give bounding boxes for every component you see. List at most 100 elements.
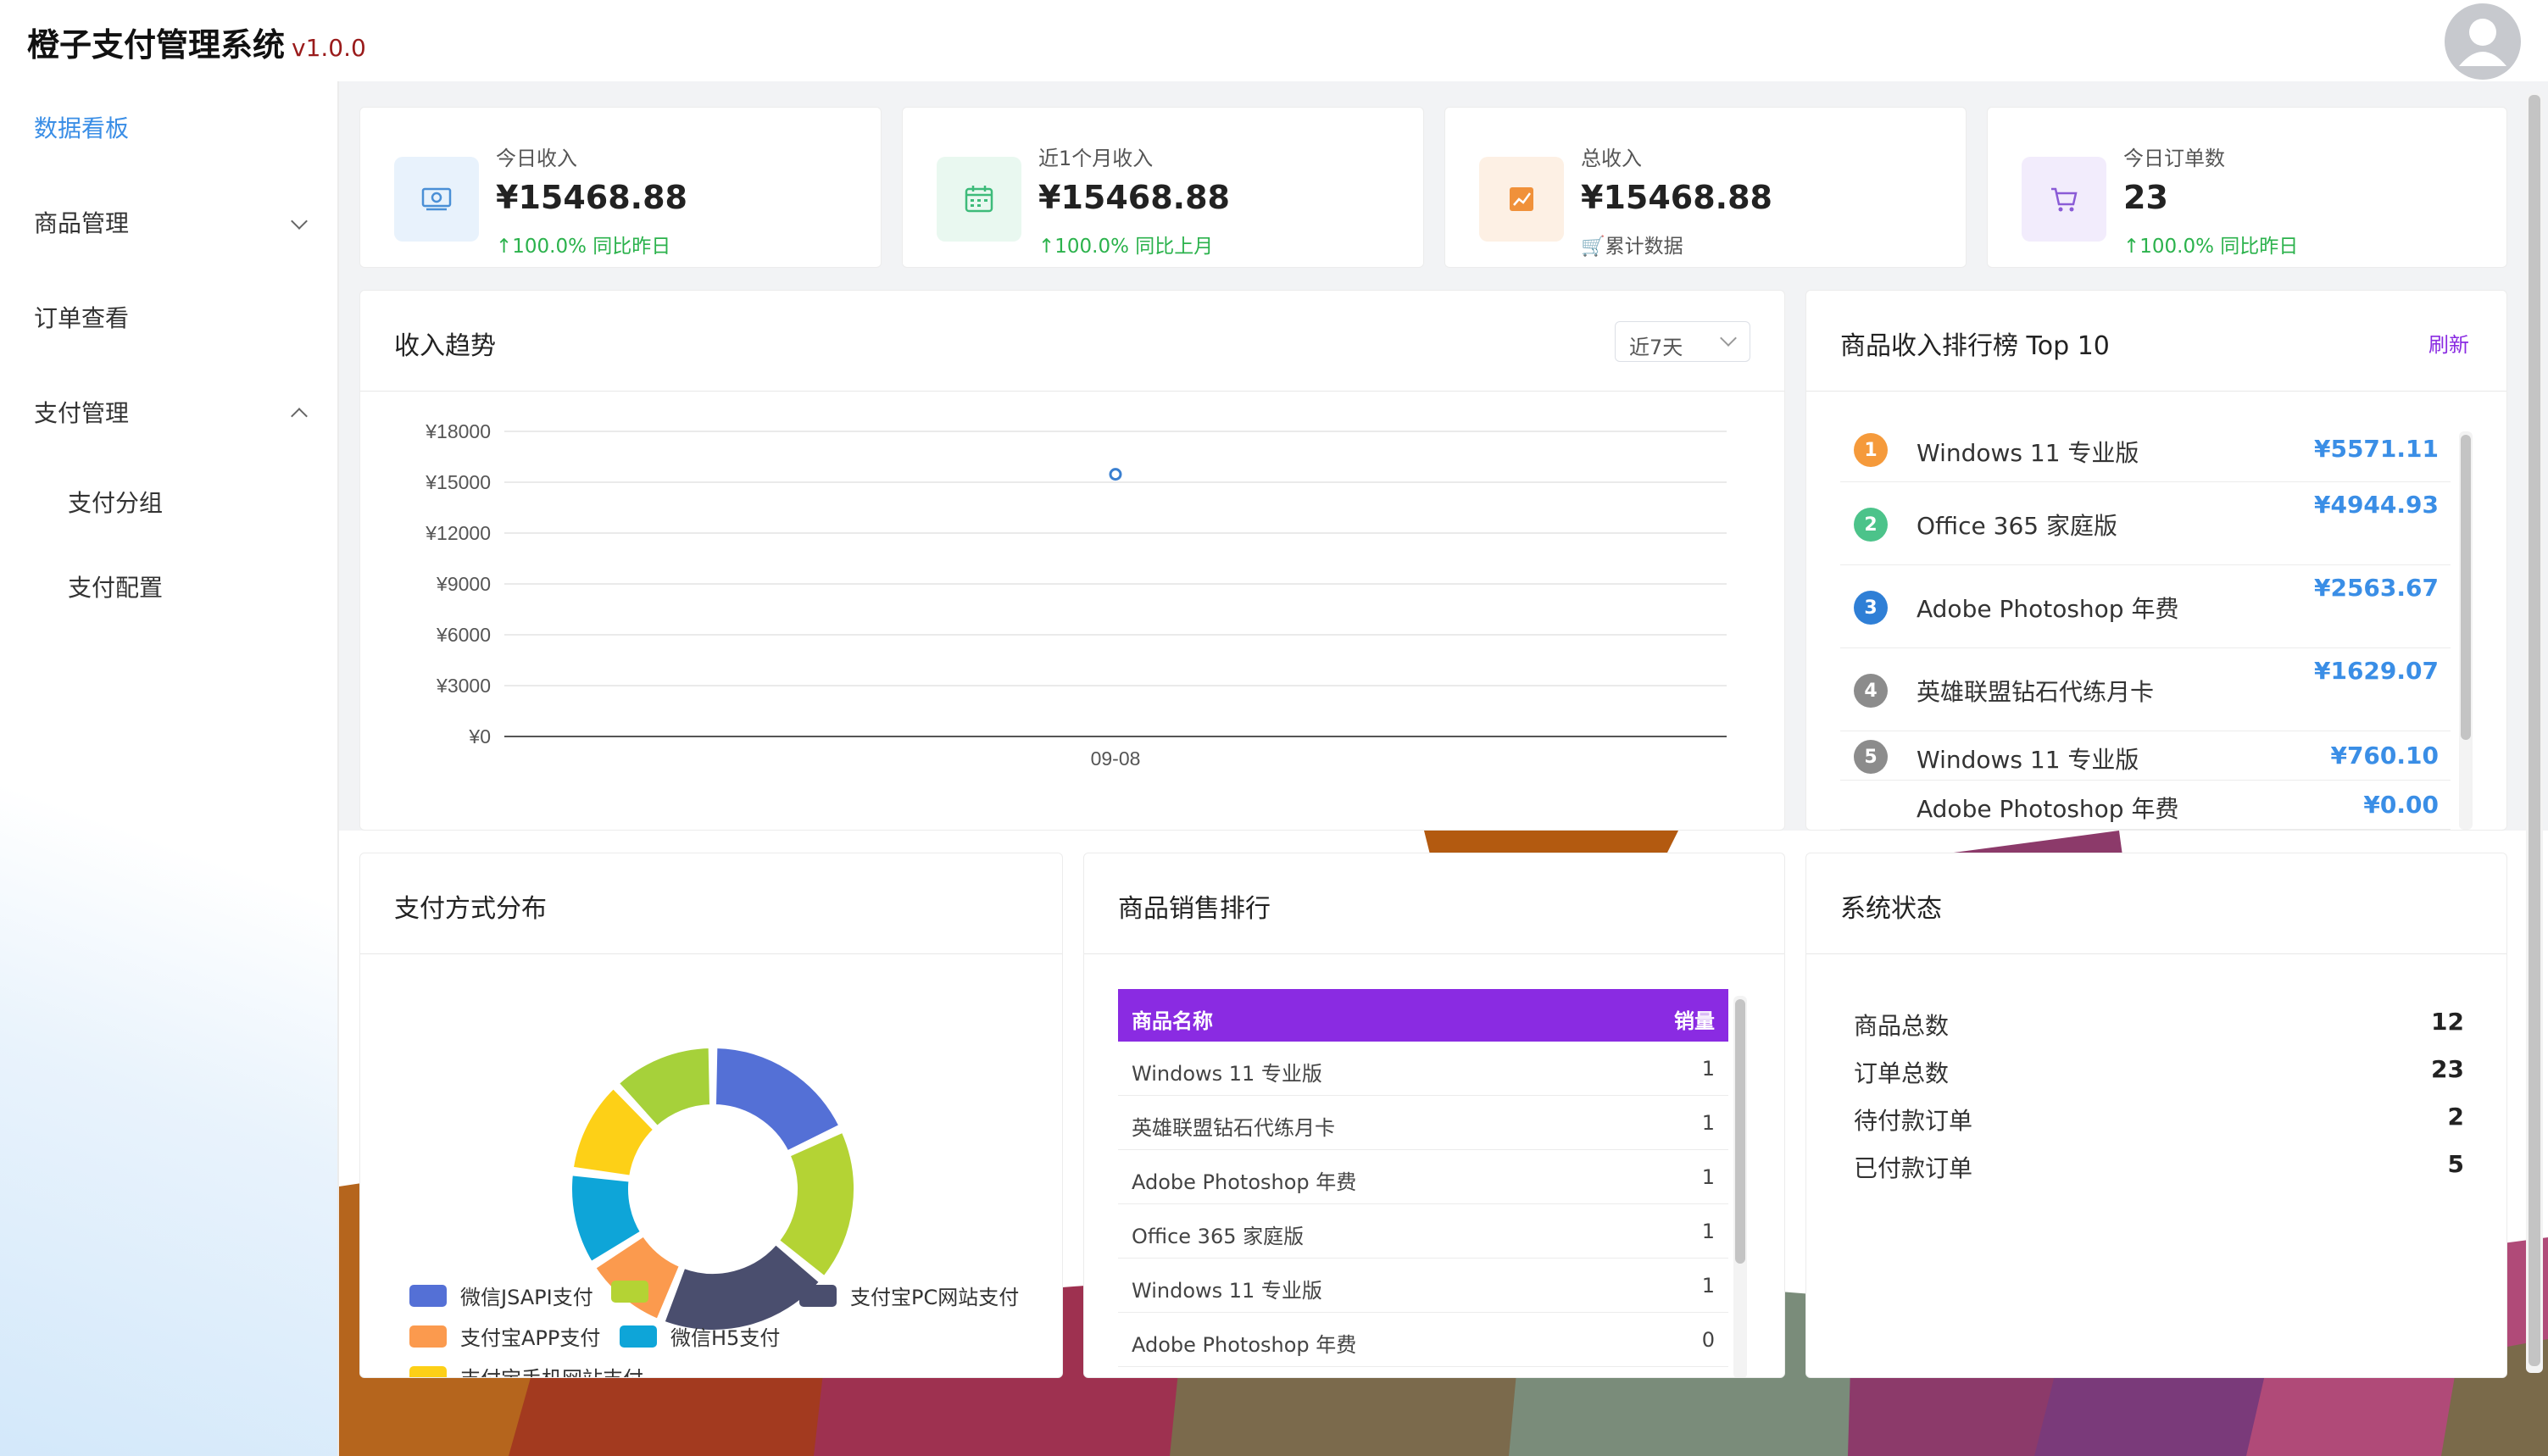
system-status-card: 系统状态 商品总数 12 订单总数 23 待付款订单 2 已付款订单 5 [1805,853,2507,1378]
legend-label: 微信H5支付 [670,1326,781,1350]
y-tick-label: ¥9000 [436,573,491,595]
card-title: 系统状态 [1840,894,1942,924]
sidebar-item-label: 商品管理 [34,209,130,237]
rank-value: ¥1629.07 [2313,657,2439,685]
table-cell-name: Adobe Photoshop 年费 [1132,1333,1357,1357]
status-row: 商品总数 12 [1854,1008,2464,1042]
sidebar-item-dashboard[interactable]: 数据看板 [34,110,305,144]
range-select-value: 近7天 [1629,336,1683,359]
ranking-row[interactable]: 5 Windows 11 专业版 ¥760.10 [1840,731,2451,781]
sidebar-item-orders[interactable]: 订单查看 [34,300,305,334]
divider [1806,953,2506,954]
payment-distribution-card: 支付方式分布 微信JSAPI支付 支付宝PC网站支付 支付宝APP支付 微信H5… [359,853,1063,1378]
cart-icon [2022,157,2106,242]
y-tick-label: ¥18000 [425,420,491,442]
sidebar-item-label: 支付分组 [68,489,164,517]
legend-label: 微信JSAPI支付 [460,1286,593,1309]
legend-swatch [409,1325,447,1348]
rank-value: ¥760.10 [2330,742,2439,770]
card-title: 收入趋势 [394,331,496,361]
range-select[interactable]: 近7天 [1615,321,1750,362]
card-title: 支付方式分布 [394,894,547,924]
divider [1084,953,1784,954]
y-tick-label: ¥3000 [436,675,491,697]
table-row[interactable]: Adobe Photoshop 年费 1 [1118,1150,1728,1204]
table-row[interactable]: Office 365 家庭版 1 [1118,1204,1728,1259]
column-header-name[interactable]: 商品名称 [1132,1004,1213,1034]
legend-item[interactable]: 微信JSAPI支付 [409,1281,593,1310]
legend-item[interactable] [611,1281,662,1303]
ranking-row[interactable]: 2 Office 365 家庭版 ¥4944.93 [1840,482,2451,565]
status-value: 23 [2431,1055,2464,1083]
sales-scrollbar[interactable] [1733,996,1747,1377]
scrollbar-thumb[interactable] [2529,95,2540,1366]
divider [360,953,1062,954]
status-value: 2 [2447,1103,2464,1131]
rank-product-name: Adobe Photoshop 年费 [1917,595,2179,623]
status-row: 已付款订单 5 [1854,1150,2464,1184]
revenue-trend-card: 收入趋势 近7天 ¥0 ¥3000 ¥6000 ¥9000 ¥12000 ¥15000 ¥1… [359,290,1785,831]
rank-badge: 5 [1854,740,1888,774]
card-title: 商品收入排行榜 Top 10 [1840,331,2110,361]
sidebar-item-products[interactable]: 商品管理 [34,205,308,239]
refresh-link[interactable]: 刷新 [2428,328,2469,358]
stat-label: 今日订单数 [2123,147,2225,170]
table-cell-name: Windows 11 专业版 [1132,1279,1322,1303]
table-cell-qty: 1 [1701,1165,1715,1189]
rank-value: ¥2563.67 [2313,574,2439,602]
stat-value: ¥15468.88 [1038,179,1230,216]
table-row[interactable]: Adobe Photoshop 年费 0 [1118,1313,1728,1367]
legend-item[interactable]: 支付宝APP支付 [409,1321,600,1351]
table-row[interactable]: 英雄联盟钻石代练月卡 1 [1118,1096,1728,1150]
sidebar: 数据看板 商品管理 订单查看 支付管理 支付分组 支付配置 [0,81,339,1456]
rank-value: ¥4944.93 [2313,491,2439,519]
scrollbar-thumb[interactable] [2461,435,2471,740]
page-scrollbar[interactable] [2526,93,2543,1373]
legend-item[interactable]: 支付宝手机网站支付 [409,1362,643,1377]
stat-change: ↑100.0% 同比昨日 [2123,236,2299,258]
ranking-scrollbar[interactable] [2459,431,2473,830]
user-avatar-icon[interactable] [2445,3,2521,80]
stat-note: 🛒累计数据 [1581,230,1683,258]
ranking-row[interactable]: 4 英雄联盟钻石代练月卡 ¥1629.07 [1840,648,2451,731]
legend-swatch [409,1284,447,1307]
table-row[interactable]: Windows 11 专业版 1 [1118,1042,1728,1096]
money-icon [394,157,479,242]
status-label: 待付款订单 [1854,1107,1973,1135]
sidebar-item-payment[interactable]: 支付管理 [34,395,308,429]
status-label: 商品总数 [1854,1012,1950,1040]
y-tick-label: ¥6000 [436,624,491,646]
legend-item[interactable]: 微信H5支付 [620,1321,780,1351]
scrollbar-thumb[interactable] [1735,999,1745,1264]
status-label: 订单总数 [1854,1059,1950,1087]
status-row: 待付款订单 2 [1854,1103,2464,1136]
table-cell-name: Adobe Photoshop 年费 [1132,1170,1357,1194]
rank-product-name: Adobe Photoshop 年费 [1917,795,2179,823]
rank-badge: 3 [1854,591,1888,625]
revenue-trend-chart: ¥0 ¥3000 ¥6000 ¥9000 ¥12000 ¥15000 ¥18000 09-08 [425,420,1727,770]
legend-swatch [799,1284,837,1307]
legend-swatch [620,1325,657,1348]
rank-product-name: Office 365 家庭版 [1917,512,2117,540]
ranking-row[interactable]: Adobe Photoshop 年费 ¥0.00 [1840,781,2451,830]
sidebar-item-payment-group[interactable]: 支付分组 [68,485,339,519]
sidebar-item-label: 数据看板 [34,114,130,142]
sidebar-item-payment-config[interactable]: 支付配置 [68,570,339,603]
table-row[interactable]: Windows 11 专业版 1 [1118,1259,1728,1313]
column-header-qty[interactable]: 销量 [1674,1004,1715,1034]
legend-item[interactable]: 支付宝PC网站支付 [799,1281,1019,1310]
stat-change: ↑100.0% 同比上月 [1038,236,1214,258]
sidebar-item-label: 支付配置 [68,574,164,602]
ranking-row[interactable]: 1 Windows 11 专业版 ¥5571.11 [1840,418,2451,482]
table-cell-qty: 1 [1701,1274,1715,1298]
stat-note-text: 累计数据 [1605,236,1683,258]
status-label: 已付款订单 [1854,1154,1973,1182]
table-cell-qty: 1 [1701,1111,1715,1135]
status-value: 5 [2447,1150,2464,1178]
rank-value: ¥0.00 [2363,791,2439,819]
data-point [1109,468,1122,481]
table-cell-name: Office 365 家庭版 [1132,1225,1305,1248]
stat-card-month-income: 近1个月收入 ¥15468.88 ↑100.0% 同比上月 [902,107,1424,268]
rank-product-name: 英雄联盟钻石代练月卡 [1917,678,2155,706]
ranking-row[interactable]: 3 Adobe Photoshop 年费 ¥2563.67 [1840,565,2451,648]
